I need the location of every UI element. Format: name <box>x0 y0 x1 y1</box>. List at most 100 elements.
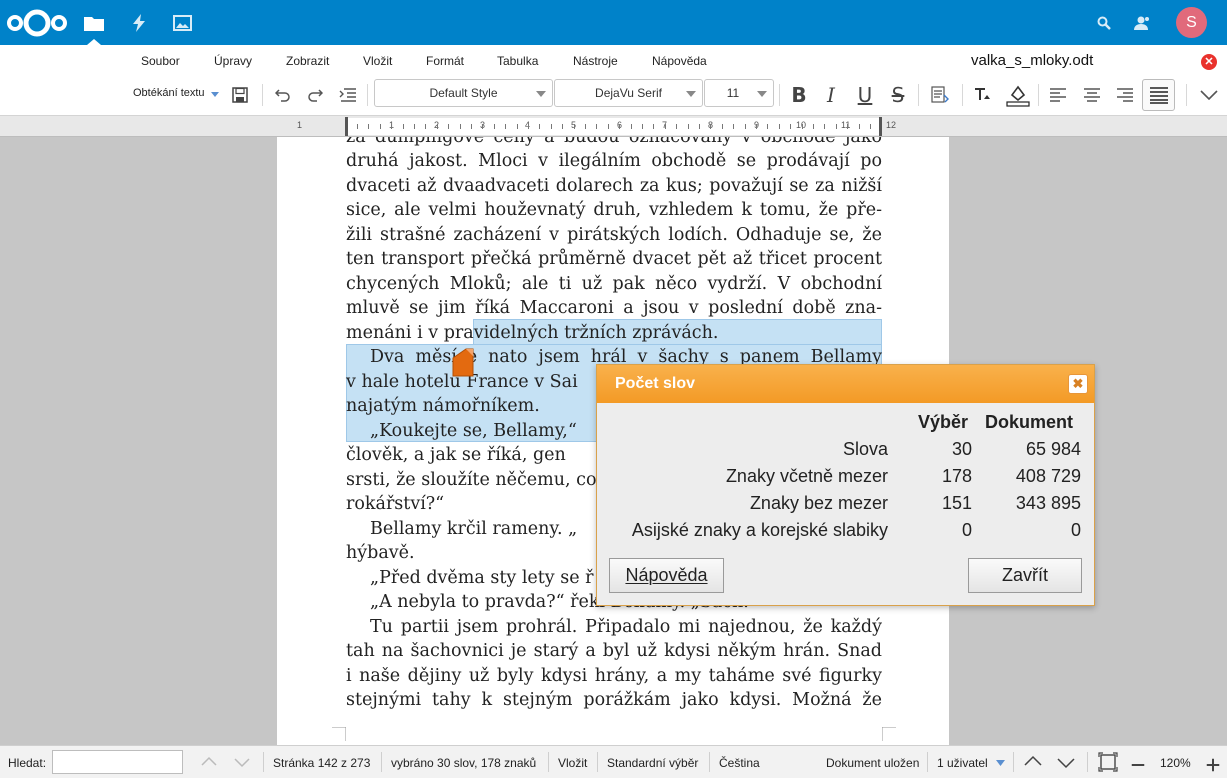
avatar[interactable]: S <box>1176 7 1207 38</box>
activity-icon[interactable] <box>125 0 153 45</box>
nextcloud-logo-icon[interactable] <box>6 0 68 45</box>
users-count[interactable]: 1 uživatel <box>937 756 988 770</box>
menu-file[interactable]: Soubor <box>141 54 180 68</box>
ruler-tick <box>699 124 700 129</box>
bold-icon[interactable]: B <box>787 79 811 111</box>
toolbar-divider <box>262 84 263 106</box>
language[interactable]: Čeština <box>719 756 760 770</box>
ruler-tick <box>562 124 563 129</box>
next-page-icon[interactable] <box>1056 752 1076 772</box>
find-input[interactable] <box>52 750 183 774</box>
document-title[interactable]: valka_s_mloky.odt <box>971 52 1093 69</box>
ruler-tick <box>665 124 666 129</box>
font-size-select[interactable]: 11 <box>704 79 774 107</box>
status-divider <box>1013 752 1014 772</box>
strikethrough-icon[interactable]: S <box>887 79 909 111</box>
help-button-label: Nápověda <box>625 565 708 585</box>
toolbar-divider <box>1038 84 1039 106</box>
chevron-down-icon[interactable] <box>211 92 219 97</box>
close-icon[interactable]: ✖ <box>1068 374 1088 394</box>
font-color-icon[interactable] <box>970 79 996 111</box>
menu-tools[interactable]: Nástroje <box>573 54 618 68</box>
format-paintbrush-icon[interactable] <box>337 79 359 111</box>
ruler-tick <box>596 124 597 129</box>
text-line: menáni i v pravidelných tržních zprávách… <box>346 323 719 343</box>
find-previous-icon[interactable] <box>199 752 219 772</box>
paragraph-style-icon[interactable] <box>928 79 952 111</box>
menu-format[interactable]: Formát <box>426 54 464 68</box>
text-line: chycených Mloků; ale ti už pak něco vydr… <box>346 274 882 294</box>
menu-view[interactable]: Zobrazit <box>286 54 329 68</box>
highlight-color-icon[interactable] <box>1004 79 1032 111</box>
fit-page-icon[interactable] <box>1098 752 1118 772</box>
left-margin-marker[interactable] <box>345 117 348 136</box>
zoom-level[interactable]: 120% <box>1160 756 1191 770</box>
ruler-tick <box>551 124 552 129</box>
selection-value: 30 <box>951 439 972 459</box>
align-left-icon[interactable] <box>1046 79 1070 111</box>
font-name-value: DejaVu Serif <box>595 86 662 100</box>
selection-info: vybráno 30 slov, 178 znaků <box>391 756 537 770</box>
ruler-tick <box>528 124 529 129</box>
close-document-icon[interactable]: ✕ <box>1201 54 1217 70</box>
ruler[interactable]: 1 1 2 3 4 5 6 7 8 9 10 11 12 <box>0 115 1227 137</box>
ruler-tick <box>642 124 643 129</box>
ruler-tick <box>802 124 803 129</box>
chevron-down-icon <box>686 91 696 97</box>
ruler-tick <box>619 124 620 129</box>
redo-icon[interactable] <box>304 79 326 111</box>
zoom-out-icon[interactable] <box>1128 755 1148 775</box>
menu-insert[interactable]: Vložit <box>363 54 392 68</box>
menu-edit[interactable]: Úpravy <box>214 54 252 68</box>
italic-icon[interactable]: I <box>820 79 842 111</box>
save-icon[interactable] <box>229 79 251 111</box>
menu-help[interactable]: Nápověda <box>652 54 707 68</box>
zoom-in-icon[interactable] <box>1203 755 1223 775</box>
close-button[interactable]: Zavřít <box>968 558 1082 593</box>
paragraph-style-select[interactable]: Default Style <box>374 79 553 107</box>
selection-handle-icon[interactable] <box>452 348 474 378</box>
previous-page-icon[interactable] <box>1023 752 1043 772</box>
selection-mode[interactable]: Standardní výběr <box>607 756 698 770</box>
row-label: Znaky bez mezer <box>749 493 888 513</box>
row-label: Slova <box>842 439 888 459</box>
font-name-select[interactable]: DejaVu Serif <box>554 79 703 107</box>
text-wrap-label[interactable]: Obtékání textu <box>133 87 205 99</box>
ruler-tick <box>437 124 438 129</box>
dialog-header[interactable]: Počet slov ✖ <box>597 365 1094 403</box>
ruler-tick <box>482 124 483 129</box>
ruler-tick <box>790 124 791 129</box>
chevron-down-icon[interactable] <box>996 760 1005 766</box>
gallery-icon[interactable] <box>168 0 196 45</box>
contacts-icon[interactable] <box>1130 0 1154 45</box>
text-line: i naše dějiny už byly kdysi hrány, a my … <box>346 666 882 686</box>
underline-icon[interactable]: U <box>854 79 876 111</box>
ruler-tick <box>653 124 654 129</box>
align-center-icon[interactable] <box>1080 79 1104 111</box>
page-corner-mark <box>332 727 346 741</box>
find-next-icon[interactable] <box>232 752 252 772</box>
toolbar: Obtékání textu Default Style DejaVu Seri… <box>0 75 1227 115</box>
insert-mode[interactable]: Vložit <box>558 756 587 770</box>
ruler-number: 10 <box>796 120 807 130</box>
text-line: žili strašné zacházení v pirátských lodí… <box>346 225 882 245</box>
ruler-tick <box>767 124 768 129</box>
menu-table[interactable]: Tabulka <box>497 54 538 68</box>
ruler-tick <box>368 124 369 129</box>
selection-value: 178 <box>941 466 972 486</box>
help-button[interactable]: Nápověda <box>609 558 724 593</box>
page-indicator[interactable]: Stránka 142 z 273 <box>273 756 370 770</box>
selection-value: 0 <box>961 520 972 540</box>
font-size-value: 11 <box>726 86 740 100</box>
undo-icon[interactable] <box>272 79 294 111</box>
align-right-icon[interactable] <box>1113 79 1137 111</box>
ruler-tick <box>608 124 609 129</box>
right-margin-marker[interactable] <box>879 117 882 136</box>
more-options-chevron-icon[interactable] <box>1196 79 1222 111</box>
align-justify-icon[interactable] <box>1142 79 1175 111</box>
ruler-tick <box>676 124 677 129</box>
search-icon[interactable] <box>1094 0 1114 45</box>
text-line: ten transport přečká průměrně dvacet pět… <box>346 249 882 269</box>
toolbar-divider <box>918 84 919 106</box>
toolbar-divider <box>1186 84 1187 106</box>
